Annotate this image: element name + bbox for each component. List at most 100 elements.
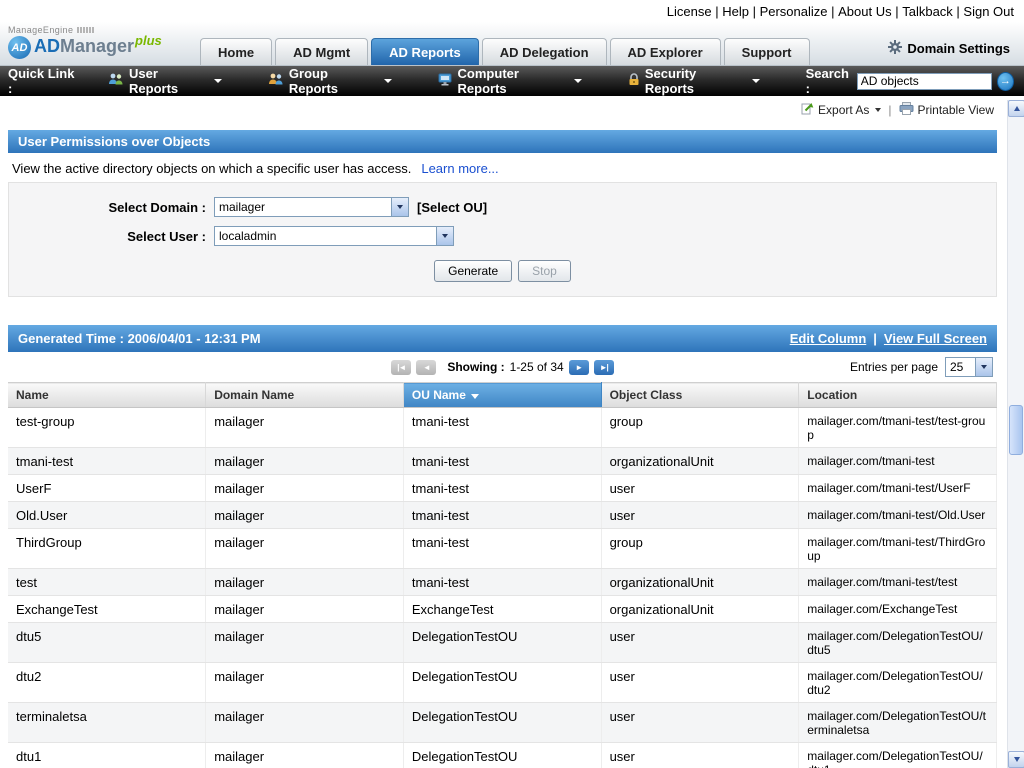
- first-page-button: |◄: [391, 359, 412, 375]
- tab-ad-explorer[interactable]: AD Explorer: [609, 38, 721, 65]
- admanager-logo: ManageEngine AD AD Manager plus: [8, 25, 162, 59]
- chevron-down-icon: [573, 79, 582, 83]
- cell-name: dtu1: [8, 742, 207, 768]
- cell-name: tmani-test: [8, 447, 207, 475]
- user-reports-menu[interactable]: User Reports: [108, 66, 222, 96]
- logo-product-rest: Manager: [60, 36, 135, 56]
- printable-view-button[interactable]: Printable View: [899, 102, 995, 118]
- scrollbar-thumb[interactable]: [1009, 405, 1023, 455]
- column-header-ou-name[interactable]: OU Name: [403, 382, 602, 408]
- cell-ou: tmani-test: [403, 568, 602, 596]
- search-input[interactable]: [856, 72, 992, 90]
- scroll-up-icon[interactable]: [1008, 100, 1024, 117]
- scroll-down-icon[interactable]: [1008, 751, 1024, 768]
- cell-location: mailager.com/DelegationTestOU/terminalet…: [798, 702, 997, 743]
- report-title-bar: User Permissions over Objects: [8, 130, 997, 153]
- table-row: dtu2 mailager DelegationTestOU user mailager…: [8, 662, 997, 703]
- cell-location: mailager.com/DelegationTestOU/dtu5: [798, 622, 997, 663]
- cell-class: user: [601, 622, 800, 663]
- sign-out-link[interactable]: Sign Out: [963, 4, 1014, 19]
- user-select[interactable]: localadmin: [214, 226, 454, 246]
- learn-more-link[interactable]: Learn more...: [421, 161, 498, 176]
- tab-ad-mgmt[interactable]: AD Mgmt: [275, 38, 369, 65]
- table-row: dtu1 mailager DelegationTestOU user mailager…: [8, 742, 997, 768]
- printable-view-label: Printable View: [917, 103, 995, 117]
- entries-per-page-select[interactable]: 25: [945, 357, 993, 377]
- cell-ou: DelegationTestOU: [403, 742, 602, 768]
- export-as-label: Export As: [818, 103, 870, 117]
- dropdown-arrow-icon: [975, 358, 992, 376]
- cell-ou: tmani-test: [403, 501, 602, 529]
- tab-support[interactable]: Support: [723, 38, 810, 65]
- about-us-link[interactable]: About Us: [838, 4, 902, 19]
- tab-ad-reports[interactable]: AD Reports: [371, 38, 479, 65]
- cell-domain: mailager: [205, 742, 404, 768]
- domain-select[interactable]: mailager: [214, 197, 409, 217]
- table-header-row: Name Domain Name OU Name Object Class Lo…: [8, 382, 997, 408]
- chevron-down-icon: [875, 108, 882, 112]
- cell-location: mailager.com/tmani-test: [798, 447, 997, 475]
- cell-ou: tmani-test: [403, 474, 602, 502]
- tab-home[interactable]: Home: [200, 38, 273, 65]
- column-header-object-class[interactable]: Object Class: [601, 382, 800, 408]
- domain-settings-button[interactable]: Domain Settings: [888, 40, 1010, 57]
- cell-ou: tmani-test: [403, 407, 602, 448]
- cell-class: user: [601, 662, 800, 703]
- cell-name: Old.User: [8, 501, 207, 529]
- search-area: Search : →: [806, 66, 1014, 96]
- view-full-screen-link[interactable]: View Full Screen: [884, 331, 987, 346]
- edit-column-link[interactable]: Edit Column: [790, 331, 867, 346]
- cell-class: user: [601, 501, 800, 529]
- column-header-name[interactable]: Name: [8, 382, 207, 408]
- select-domain-label: Select Domain :: [108, 199, 206, 215]
- talkback-link[interactable]: Talkback: [902, 4, 963, 19]
- ad-logo-icon: AD: [8, 36, 31, 59]
- cell-class: organizationalUnit: [601, 595, 800, 623]
- column-header-domain-name[interactable]: Domain Name: [205, 382, 404, 408]
- personalize-link[interactable]: Personalize: [760, 4, 839, 19]
- table-row: ExchangeTest mailager ExchangeTest organiza…: [8, 595, 997, 623]
- gear-icon: [888, 40, 903, 57]
- dropdown-arrow-icon: [391, 198, 408, 216]
- cell-domain: mailager: [205, 702, 404, 743]
- stop-button: Stop: [518, 260, 571, 282]
- column-header-location[interactable]: Location: [798, 382, 997, 408]
- last-page-button[interactable]: ►|: [593, 359, 614, 375]
- tab-ad-delegation[interactable]: AD Delegation: [481, 38, 607, 65]
- entries-per-page-label: Entries per page: [849, 360, 938, 374]
- generated-time-label: Generated Time : 2006/04/01 - 12:31 PM: [18, 331, 261, 346]
- cell-domain: mailager: [205, 501, 404, 529]
- license-link[interactable]: License: [667, 4, 722, 19]
- cell-class: user: [601, 702, 800, 743]
- search-go-icon[interactable]: →: [996, 71, 1014, 91]
- cell-name: ThirdGroup: [8, 528, 207, 569]
- computer-reports-menu[interactable]: Computer Reports: [438, 66, 582, 96]
- group-reports-menu[interactable]: Group Reports: [268, 66, 392, 96]
- cell-location: mailager.com/tmani-test/test: [798, 568, 997, 596]
- cell-class: group: [601, 407, 800, 448]
- help-link[interactable]: Help: [722, 4, 759, 19]
- table-row: tmani-test mailager tmani-test organization…: [8, 447, 997, 475]
- cell-location: mailager.com/tmani-test/test-group: [798, 407, 997, 448]
- cell-location: mailager.com/tmani-test/UserF: [798, 474, 997, 502]
- cell-domain: mailager: [205, 568, 404, 596]
- computer-reports-icon: [438, 73, 453, 89]
- main-nav-tabs: Home AD Mgmt AD Reports AD Delegation AD…: [200, 38, 810, 65]
- export-as-button[interactable]: Export As: [801, 102, 882, 118]
- generate-button[interactable]: Generate: [434, 260, 513, 282]
- next-page-button[interactable]: ►: [568, 359, 589, 375]
- select-user-row: Select User : localadmin: [9, 226, 996, 246]
- cell-domain: mailager: [205, 528, 404, 569]
- security-reports-menu[interactable]: Security Reports: [628, 66, 760, 96]
- results-header-links: Edit Column View Full Screen: [790, 331, 987, 346]
- cell-domain: mailager: [205, 595, 404, 623]
- cell-location: mailager.com/DelegationTestOU/dtu2: [798, 662, 997, 703]
- cell-name: ExchangeTest: [8, 595, 207, 623]
- showing-label: Showing :: [447, 360, 505, 374]
- cell-ou: ExchangeTest: [403, 595, 602, 623]
- entries-per-page-value: 25: [950, 360, 964, 374]
- select-ou-link[interactable]: [Select OU]: [417, 200, 487, 215]
- logo-product-prefix: AD: [34, 36, 60, 56]
- vertical-scrollbar[interactable]: [1007, 100, 1024, 768]
- cell-class: group: [601, 528, 800, 569]
